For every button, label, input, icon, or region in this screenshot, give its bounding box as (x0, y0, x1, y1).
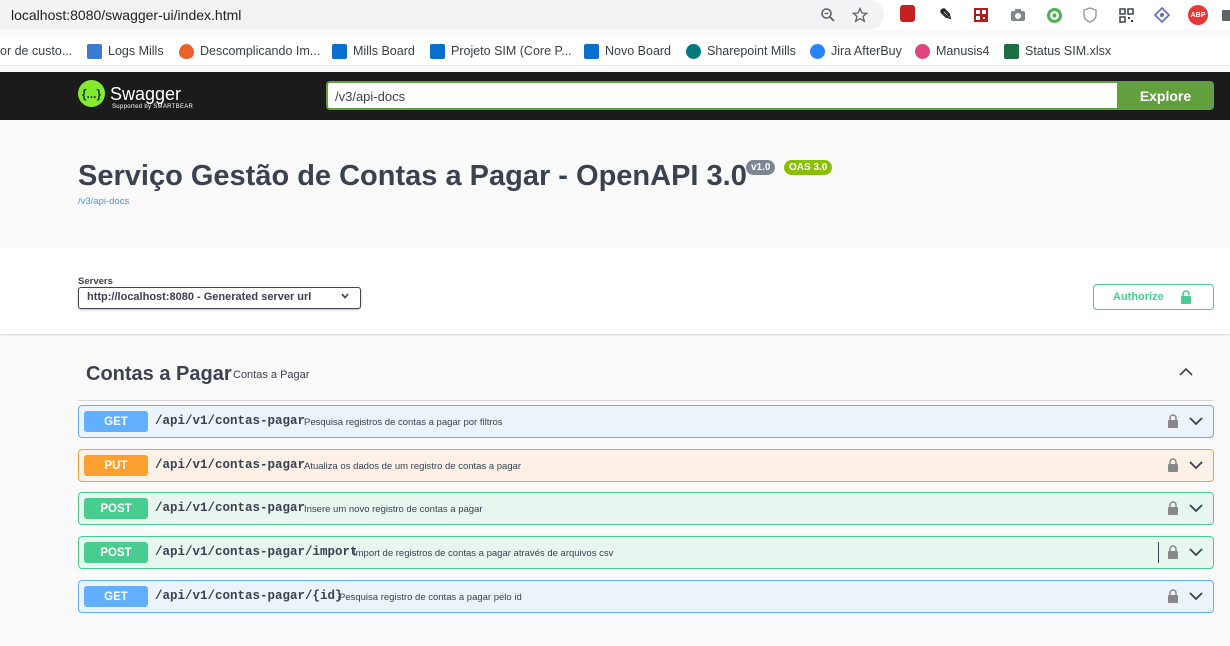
servers-selected-value: http://localhost:8080 - Generated server… (87, 291, 312, 303)
swagger-logo-icon: {...} (78, 80, 105, 107)
browser-address-bar: localhost:8080/swagger-ui/index.html ✎ A… (0, 0, 1230, 30)
chevron-down-icon[interactable] (1188, 413, 1204, 429)
bookmark-label: or de custo... (0, 44, 73, 58)
page-title: Serviço Gestão de Contas a Pagar - OpenA… (78, 160, 747, 192)
method-badge: GET (84, 411, 148, 432)
swagger-logo-text: Swagger (110, 83, 182, 104)
unlocked-icon (1180, 290, 1192, 304)
extension-eyedropper-icon[interactable]: ✎ (936, 5, 956, 25)
chevron-down-icon[interactable] (1188, 500, 1204, 516)
bookmark-label: Sharepoint Mills (707, 44, 796, 58)
operation-summary: Pesquisa registros de contas a pagar por… (304, 417, 503, 428)
bookmark-label: Jira AfterBuy (831, 44, 902, 58)
logs-icon (87, 43, 102, 59)
lock-icon[interactable] (1166, 501, 1180, 515)
extension-book-icon[interactable] (900, 5, 915, 22)
jira-icon (810, 43, 825, 59)
operation-summary: Pesquisa registro de contas a pagar pelo… (339, 592, 522, 603)
divider (1158, 542, 1159, 563)
operation-post-contas-pagar[interactable]: POST /api/v1/contas-pagar Insere um novo… (78, 492, 1214, 525)
sharepoint-icon (686, 43, 701, 59)
chevron-down-icon[interactable] (1188, 588, 1204, 604)
bookmark-item[interactable]: Mills Board (332, 42, 415, 60)
bookmark-item[interactable]: Manusis4 (915, 42, 990, 60)
operation-path: /api/v1/contas-pagar (155, 458, 306, 472)
bookmark-star-icon[interactable] (850, 5, 870, 25)
extension-shield-icon[interactable] (1080, 5, 1100, 25)
bookmark-item[interactable]: Projeto SIM (Core P... (430, 42, 572, 60)
bookmark-item[interactable]: or de custo... (0, 42, 72, 60)
tag-header[interactable]: Contas a Pagar Contas a Pagar (78, 358, 1214, 401)
flame-icon (179, 43, 194, 59)
lock-icon[interactable] (1166, 458, 1180, 472)
chevron-up-icon[interactable] (1178, 364, 1194, 385)
bookmark-label: Status SIM.xlsx (1025, 44, 1112, 58)
operation-get-contas-pagar[interactable]: GET /api/v1/contas-pagar Pesquisa regist… (78, 405, 1214, 438)
chevron-down-icon (340, 291, 350, 304)
excel-icon (1004, 43, 1019, 59)
explore-button[interactable]: Explore (1117, 81, 1214, 110)
bookmark-item[interactable]: Sharepoint Mills (686, 42, 796, 60)
operation-path: /api/v1/contas-pagar (155, 501, 306, 515)
extension-qr-icon[interactable] (971, 5, 991, 25)
bookmarks-bar: or de custo... Logs Mills Descomplicando… (0, 36, 1230, 66)
chevron-down-icon[interactable] (1188, 457, 1204, 473)
method-badge: POST (84, 542, 148, 563)
extension-diamond-icon[interactable] (1152, 5, 1172, 25)
bookmark-item[interactable]: Jira AfterBuy (810, 42, 902, 60)
extension-qr-code-icon[interactable] (1116, 5, 1136, 25)
extension-puzzle-icon[interactable] (1218, 5, 1230, 25)
lock-icon[interactable] (1166, 589, 1180, 603)
azure-devops-icon (584, 43, 599, 59)
extension-camera-icon[interactable] (1008, 5, 1028, 25)
bookmark-item[interactable]: Novo Board (584, 42, 671, 60)
extension-target-icon[interactable] (1044, 5, 1064, 25)
zoom-icon[interactable] (818, 5, 838, 25)
bookmark-label: Novo Board (605, 44, 672, 58)
oas-badge: OAS 3.0 (784, 160, 833, 175)
operation-summary: Import de registros de contas a pagar at… (353, 548, 614, 559)
lock-icon[interactable] (1166, 545, 1180, 559)
bookmark-item[interactable]: Descomplicando Im... (179, 42, 320, 60)
extension-adblock-icon[interactable]: ABP (1188, 5, 1208, 25)
url-text[interactable]: localhost:8080/swagger-ui/index.html (11, 7, 241, 23)
operation-put-contas-pagar[interactable]: PUT /api/v1/contas-pagar Atualiza os dad… (78, 449, 1214, 482)
api-docs-link[interactable]: /v3/api-docs (78, 196, 129, 207)
bookmark-item[interactable]: Status SIM.xlsx (1004, 42, 1111, 60)
method-badge: POST (84, 498, 148, 519)
version-badge: v1.0 (746, 160, 776, 175)
api-url-input[interactable]: /v3/api-docs (326, 81, 1118, 110)
authorize-label: Authorize (1113, 291, 1164, 303)
swagger-logo-subtitle: Supported by SMARTBEAR (112, 104, 194, 110)
bookmark-label: Mills Board (353, 44, 415, 58)
method-badge: PUT (84, 455, 148, 476)
operation-path: /api/v1/contas-pagar/import (155, 545, 358, 559)
operation-post-contas-pagar-import[interactable]: POST /api/v1/contas-pagar/import Import … (78, 536, 1214, 569)
bookmark-label: Logs Mills (108, 44, 164, 58)
method-badge: GET (84, 586, 148, 607)
servers-select[interactable]: http://localhost:8080 - Generated server… (78, 287, 361, 309)
azure-devops-icon (332, 43, 347, 59)
operation-path: /api/v1/contas-pagar (155, 414, 306, 428)
tag-name: Contas a Pagar (86, 363, 232, 385)
operation-get-contas-pagar-by-id[interactable]: GET /api/v1/contas-pagar/{id} Pesquisa r… (78, 580, 1214, 613)
bookmark-item[interactable]: Logs Mills (87, 42, 164, 60)
operation-summary: Atualiza os dados de um registro de cont… (304, 461, 522, 472)
manusis-icon (915, 43, 930, 59)
operation-summary: Insere um novo registro de contas a paga… (304, 504, 483, 515)
bookmark-label: Projeto SIM (Core P... (451, 44, 572, 58)
url-field[interactable]: localhost:8080/swagger-ui/index.html (0, 0, 884, 30)
lock-icon[interactable] (1166, 414, 1180, 428)
bookmark-label: Manusis4 (936, 44, 990, 58)
servers-label: Servers (78, 276, 113, 287)
operation-path: /api/v1/contas-pagar/{id} (155, 589, 343, 603)
azure-devops-icon (430, 43, 445, 59)
bookmark-label: Descomplicando Im... (200, 44, 321, 58)
tag-description: Contas a Pagar (233, 369, 310, 381)
swagger-logo[interactable]: {...} Swagger Supported by SMARTBEAR (78, 80, 193, 110)
authorize-button[interactable]: Authorize (1093, 284, 1214, 310)
chevron-down-icon[interactable] (1188, 544, 1204, 560)
